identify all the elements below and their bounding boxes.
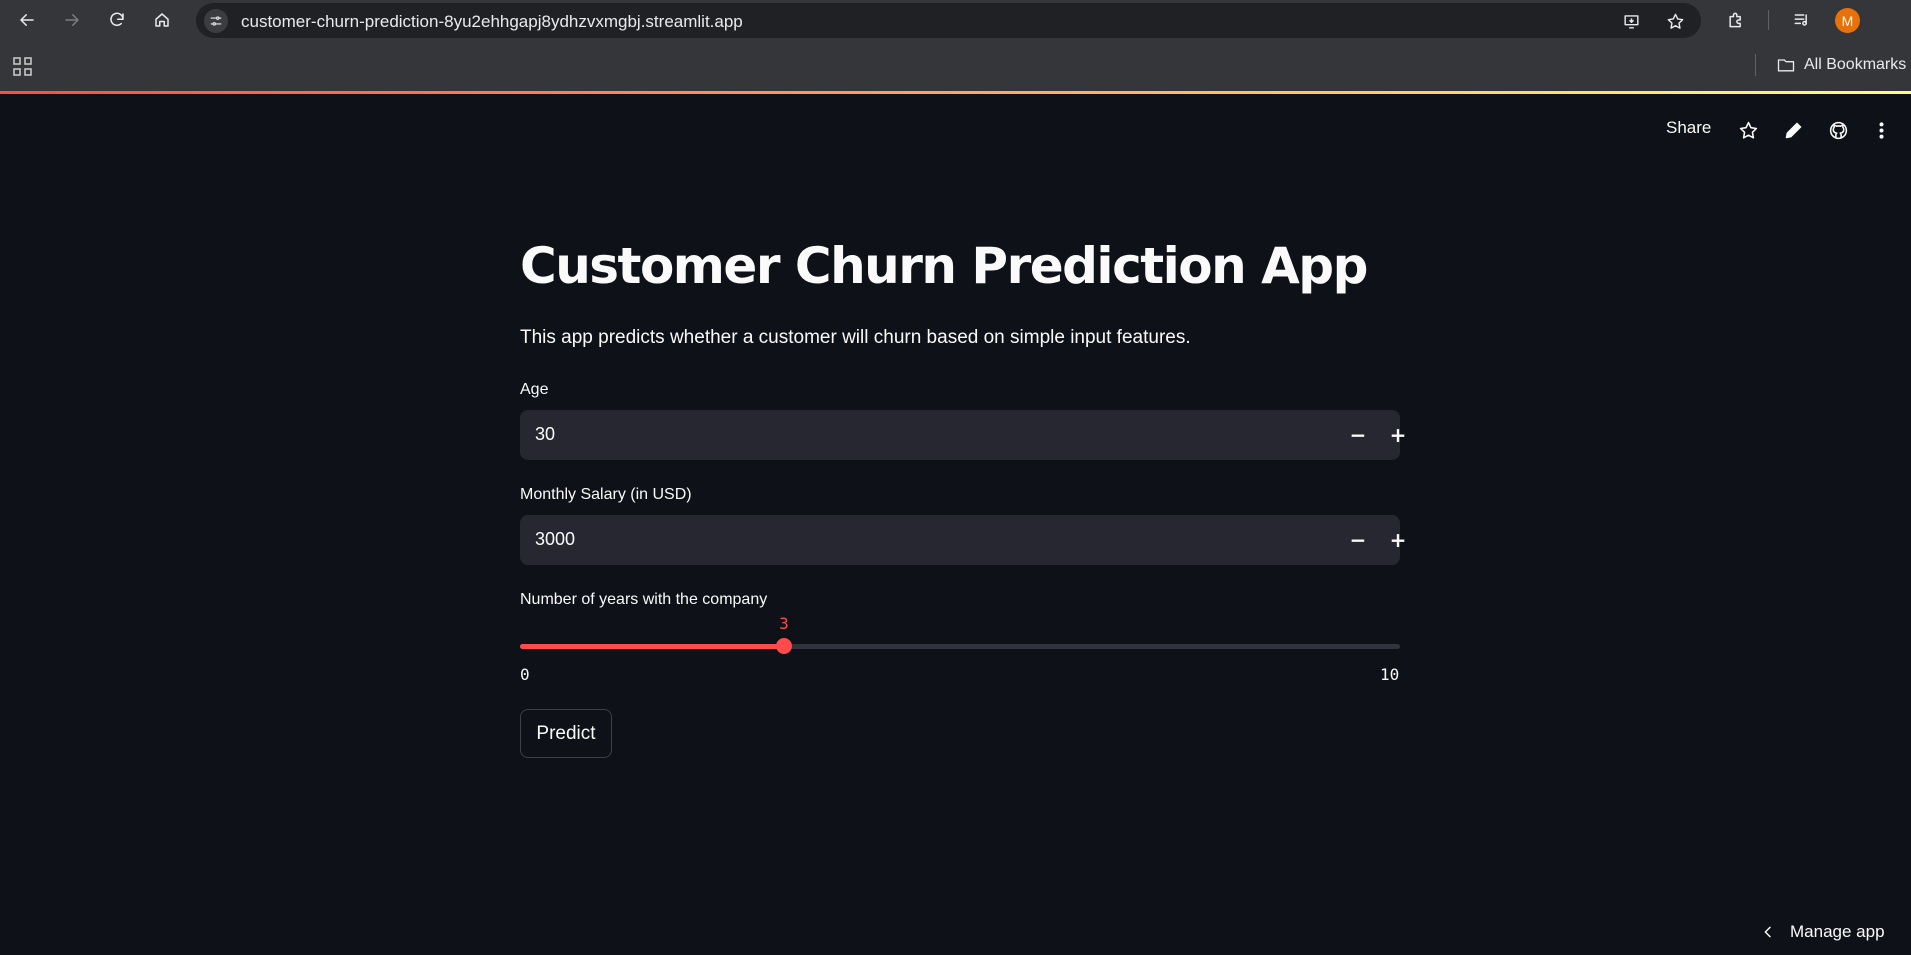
chevron-left-icon xyxy=(1764,926,1771,938)
favorite-button[interactable] xyxy=(1735,117,1761,143)
star-icon xyxy=(1667,13,1683,29)
age-label: Age xyxy=(520,381,549,398)
apps-grid-icon[interactable] xyxy=(12,56,34,78)
age-decrement-button[interactable]: − xyxy=(1342,420,1374,450)
manage-app-label: Manage app xyxy=(1790,922,1885,941)
reload-button[interactable] xyxy=(103,6,131,34)
puzzle-icon xyxy=(1729,12,1741,28)
media-control-button[interactable] xyxy=(1790,8,1814,32)
years-slider-track[interactable] xyxy=(520,644,1400,649)
header-decoration-bar xyxy=(0,91,1911,94)
install-app-button[interactable] xyxy=(1620,10,1642,32)
page-title: Customer Churn Prediction App xyxy=(520,237,1368,295)
folder-icon xyxy=(1777,59,1795,72)
all-bookmarks-label: All Bookmarks xyxy=(1804,56,1907,73)
extensions-button[interactable] xyxy=(1724,8,1748,32)
back-button[interactable] xyxy=(13,6,41,34)
slider-min-label: 0 xyxy=(520,665,530,684)
bookmarks-bar: All Bookmarks xyxy=(0,41,1911,91)
playlist-icon xyxy=(1794,14,1807,26)
years-slider-fill xyxy=(520,644,784,649)
url-text: customer-churn-prediction-8yu2ehhgapj8yd… xyxy=(241,12,743,31)
predict-button[interactable]: Predict xyxy=(520,709,612,758)
age-value[interactable]: 30 xyxy=(535,424,555,445)
years-label: Number of years with the company xyxy=(520,591,768,608)
install-icon xyxy=(1623,14,1639,29)
page-description: This app predicts whether a customer wil… xyxy=(520,327,1191,348)
salary-increment-button[interactable]: + xyxy=(1382,525,1414,555)
age-input[interactable]: 30 − + xyxy=(520,410,1406,460)
manage-app-button[interactable]: Manage app xyxy=(1760,922,1885,942)
main-menu-button[interactable] xyxy=(1868,117,1894,143)
share-button[interactable]: Share xyxy=(1666,118,1711,138)
bookmark-star-button[interactable] xyxy=(1664,10,1686,32)
salary-decrement-button[interactable]: − xyxy=(1342,525,1374,555)
profile-avatar[interactable]: M xyxy=(1835,8,1860,33)
salary-label: Monthly Salary (in USD) xyxy=(520,486,692,503)
bookmarks-divider xyxy=(1755,54,1756,76)
slider-current-value: 3 xyxy=(779,614,789,633)
address-bar[interactable]: customer-churn-prediction-8yu2ehhgapj8yd… xyxy=(196,3,1701,38)
github-icon xyxy=(1829,121,1847,139)
salary-value[interactable]: 3000 xyxy=(535,529,575,550)
home-icon xyxy=(155,13,169,27)
edit-button[interactable] xyxy=(1780,117,1806,143)
pencil-icon xyxy=(1785,122,1801,138)
home-button[interactable] xyxy=(148,6,176,34)
tune-icon xyxy=(210,16,222,26)
slider-max-label: 10 xyxy=(1380,665,1400,684)
browser-toolbar: customer-churn-prediction-8yu2ehhgapj8yd… xyxy=(0,0,1911,41)
arrow-left-icon xyxy=(20,14,34,26)
reload-icon xyxy=(110,12,124,27)
site-info-button[interactable] xyxy=(204,9,228,33)
forward-button[interactable] xyxy=(58,6,86,34)
arrow-right-icon xyxy=(65,14,79,26)
age-increment-button[interactable]: + xyxy=(1382,420,1414,450)
more-vertical-icon xyxy=(1878,121,1884,139)
toolbar-divider xyxy=(1768,10,1769,30)
github-button[interactable] xyxy=(1825,117,1851,143)
all-bookmarks-button[interactable]: All Bookmarks xyxy=(1776,55,1906,75)
salary-input[interactable]: 3000 − + xyxy=(520,515,1406,565)
star-icon xyxy=(1739,121,1757,139)
years-slider-thumb[interactable] xyxy=(776,638,792,654)
